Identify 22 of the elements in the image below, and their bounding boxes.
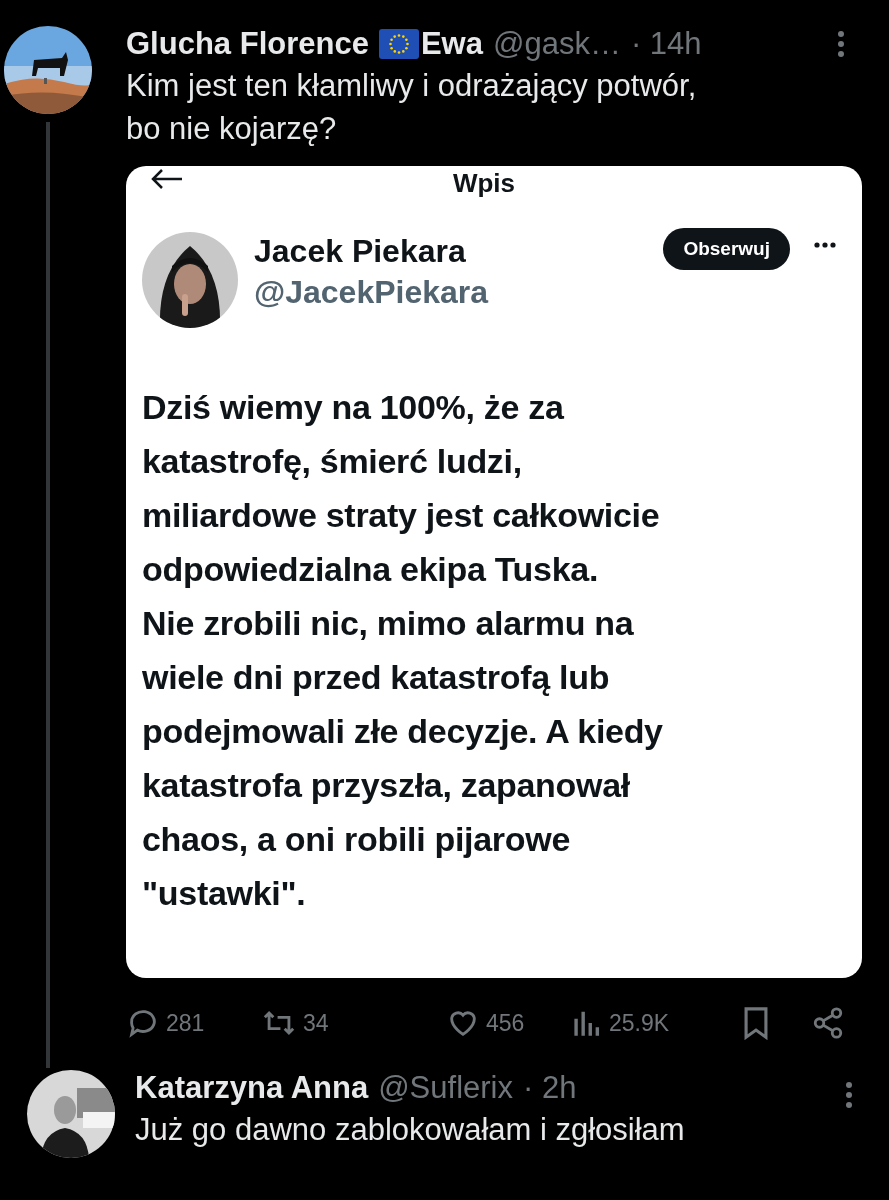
screenshot-author-handle: @JacekPiekara (254, 273, 490, 312)
post-time: · 2h (523, 1070, 577, 1106)
post-text: Kim jest ten kłamliwy i odrażający potwór, bo nie kojarzę? (126, 67, 698, 148)
repost-count: 34 (303, 1009, 329, 1037)
share-icon[interactable] (811, 1006, 845, 1040)
back-arrow-icon (150, 168, 184, 190)
author-name: Glucha Florence (126, 26, 369, 62)
screenshot-author-name: Jacek Piekara (254, 232, 467, 270)
follow-button[interactable]: Obserwuj (663, 228, 790, 270)
author-name: Katarzyna Anna (135, 1070, 369, 1106)
post-time: · 14h (630, 26, 702, 62)
reply-count: 281 (166, 1009, 205, 1037)
like-count: 456 (486, 1009, 525, 1037)
flag-icon (378, 29, 419, 59)
more-icon[interactable] (814, 242, 836, 248)
author-handle: @gask… (492, 26, 621, 62)
header-title: Wpis (452, 167, 516, 199)
views-count: 25.9K (609, 1009, 670, 1037)
author-name: Ewa (420, 26, 483, 62)
screenshot-post-text: Dziś wiemy na 100%, że za katastrofę, śmierć ludzi, miliardowe straty jest całkowicie odpowiedzialna ekipa Tuska. Nie zrobili nic, mimo alarmu na wiele dni przed katastrofą lub podejmowali złe decyzje. A kiedy katastrofa przyszła, zapanował chaos, a oni robili pijarowe "ustawki". (142, 387, 664, 914)
reply-text: Już go dawno zablokowałam i zgłosiłam (135, 1111, 686, 1149)
author-handle: @Suflerix (378, 1070, 513, 1106)
